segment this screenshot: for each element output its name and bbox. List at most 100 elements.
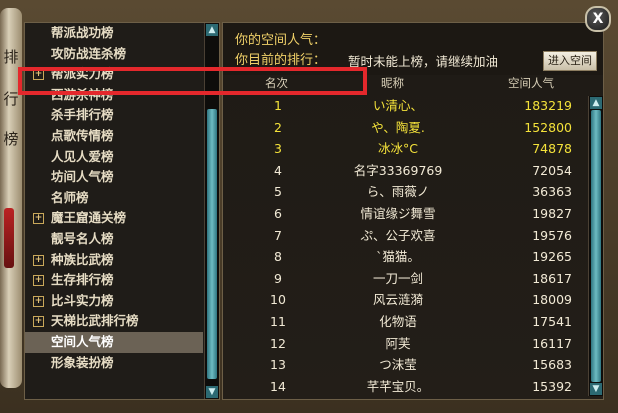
expand-icon[interactable]: +: [33, 275, 44, 287]
my-popularity-label: 你的空间人气：: [235, 33, 327, 48]
nickname-cell: 冰冰°C: [378, 141, 418, 157]
table-row[interactable]: 3 冰冰°C 74878: [223, 138, 589, 160]
my-rank-value: 暂时未能上榜，请继续加油: [348, 54, 499, 69]
category-item[interactable]: + 魔王窟通关榜: [25, 208, 203, 229]
nickname-cell: 情谊缘ジ舞雪: [360, 206, 436, 221]
scroll-down-icon[interactable]: ▼: [206, 386, 218, 398]
category-item[interactable]: + 天梯比武排行榜: [25, 311, 203, 332]
rank-cell: 7: [274, 227, 282, 243]
scroll-down-icon[interactable]: ▼: [590, 383, 602, 395]
decor-glyph: 行: [3, 90, 19, 108]
table-row[interactable]: 10 风云涟漪 18009: [223, 289, 589, 311]
popularity-cell: 183219: [524, 98, 572, 113]
category-label: 帮派战功榜: [51, 25, 114, 40]
category-item[interactable]: + 种族比武榜: [25, 250, 203, 271]
category-label: 种族比武榜: [51, 251, 114, 267]
nickname-cell: や、陶夏.: [371, 119, 425, 135]
table-row[interactable]: 13 つ沫莹 15683: [223, 354, 589, 376]
top-rank-highlight: [18, 67, 367, 95]
table-row[interactable]: 14 芊芊宝贝。 15392: [223, 376, 589, 398]
my-rank-label: 你目前的排行：: [235, 53, 327, 68]
nickname-cell: つ沫莹: [379, 357, 417, 373]
decor-glyph: 排: [3, 48, 19, 66]
table-row[interactable]: 6 情谊缘ジ舞雪 19827: [223, 203, 589, 225]
popularity-cell: 16117: [532, 335, 572, 351]
category-label: 比斗实力榜: [51, 292, 114, 308]
category-item[interactable]: 空间人气榜: [25, 331, 203, 353]
category-label: 天梯比武排行榜: [51, 313, 139, 329]
rank-cell: 4: [274, 162, 282, 178]
table-row[interactable]: 11 化物语 17541: [223, 311, 589, 333]
table-row[interactable]: 2 や、陶夏. 152800: [223, 117, 589, 139]
category-item[interactable]: 靓号名人榜: [25, 229, 203, 250]
rank-cell: 11: [270, 314, 286, 329]
ranking-scrollbar[interactable]: ▲ ▼: [588, 96, 603, 396]
table-row[interactable]: 7 ぷ、公子欢喜 19576: [223, 225, 589, 247]
decor-glyph: 榜: [3, 130, 19, 148]
category-item[interactable]: + 生存排行榜: [25, 270, 203, 291]
rank-cell: 10: [270, 292, 286, 308]
category-label: 生存排行榜: [51, 272, 114, 288]
scroll-thumb[interactable]: [207, 109, 217, 379]
enter-space-button[interactable]: 进入空间: [543, 51, 597, 71]
rank-cell: 5: [274, 184, 282, 200]
rank-cell: 2: [274, 119, 282, 135]
nickname-cell: 名字33369769: [353, 162, 443, 178]
category-item[interactable]: 攻防战连杀榜: [25, 44, 203, 65]
header-popularity: 空间人气: [508, 76, 554, 90]
rank-cell: 1: [274, 98, 282, 113]
rank-cell: 14: [270, 378, 286, 394]
decorative-scroll: 排 行 榜: [0, 8, 22, 388]
table-row[interactable]: 9 一刀一剑 18617: [223, 268, 589, 290]
popularity-cell: 18617: [532, 270, 572, 286]
popularity-cell: 19827: [532, 206, 572, 221]
table-row[interactable]: 12 阿芙 16117: [223, 333, 589, 355]
category-label: 魔王窟通关榜: [51, 210, 127, 226]
category-item[interactable]: 名师榜: [25, 188, 203, 209]
category-item[interactable]: 形象装扮榜: [25, 353, 203, 374]
expand-icon[interactable]: +: [33, 213, 44, 225]
nickname-cell: `猫猫。: [376, 249, 420, 265]
expand-icon[interactable]: +: [33, 316, 44, 328]
popularity-cell: 72054: [532, 162, 572, 178]
table-row[interactable]: 4 名字33369769 72054: [223, 160, 589, 182]
scroll-up-icon[interactable]: ▲: [590, 97, 602, 109]
table-row[interactable]: 1 い清心、 183219: [223, 95, 589, 117]
rank-cell: 12: [270, 335, 286, 351]
popularity-cell: 19265: [532, 249, 572, 265]
nickname-cell: ら、雨薇ノ: [366, 184, 430, 200]
popularity-cell: 152800: [524, 119, 572, 135]
popularity-cell: 18009: [532, 292, 572, 308]
category-label: 名师榜: [51, 189, 89, 205]
category-item[interactable]: + 比斗实力榜: [25, 291, 203, 312]
category-label: 杀手排行榜: [51, 107, 114, 123]
table-row[interactable]: 8 `猫猫。 19265: [223, 246, 589, 268]
rank-cell: 8: [274, 249, 282, 265]
category-item[interactable]: 点歌传情榜: [25, 126, 203, 147]
popularity-cell: 15683: [532, 357, 572, 373]
nickname-cell: 芊芊宝贝。: [366, 378, 430, 394]
rank-cell: 6: [274, 206, 282, 221]
category-label: 靓号名人榜: [51, 230, 114, 246]
scroll-up-icon[interactable]: ▲: [206, 24, 218, 36]
category-label: 攻防战连杀榜: [51, 45, 127, 61]
expand-icon[interactable]: +: [33, 254, 44, 266]
close-button[interactable]: X: [585, 6, 611, 32]
expand-icon[interactable]: +: [33, 295, 44, 307]
category-label: 形象装扮榜: [51, 354, 114, 370]
nickname-cell: ぷ、公子欢喜: [360, 227, 436, 243]
category-item[interactable]: 帮派战功榜: [25, 23, 203, 44]
nickname-cell: 一刀一剑: [372, 270, 423, 286]
scroll-thumb[interactable]: [591, 110, 601, 382]
rank-cell: 9: [274, 270, 282, 286]
category-item[interactable]: 坊间人气榜: [25, 167, 203, 188]
nickname-cell: い清心、: [372, 98, 423, 113]
ranking-table: 名次 昵称 空间人气 1 い清心、 183219 2 や、陶夏. 152800 3 冰冰°C 7…: [223, 75, 603, 399]
category-item[interactable]: 人见人爱榜: [25, 147, 203, 168]
category-item[interactable]: 杀手排行榜: [25, 105, 203, 126]
popularity-cell: 19576: [532, 227, 572, 243]
popularity-cell: 36363: [532, 184, 572, 200]
category-label: 坊间人气榜: [51, 169, 114, 185]
table-row[interactable]: 5 ら、雨薇ノ 36363: [223, 181, 589, 203]
nickname-cell: 风云涟漪: [372, 292, 423, 308]
